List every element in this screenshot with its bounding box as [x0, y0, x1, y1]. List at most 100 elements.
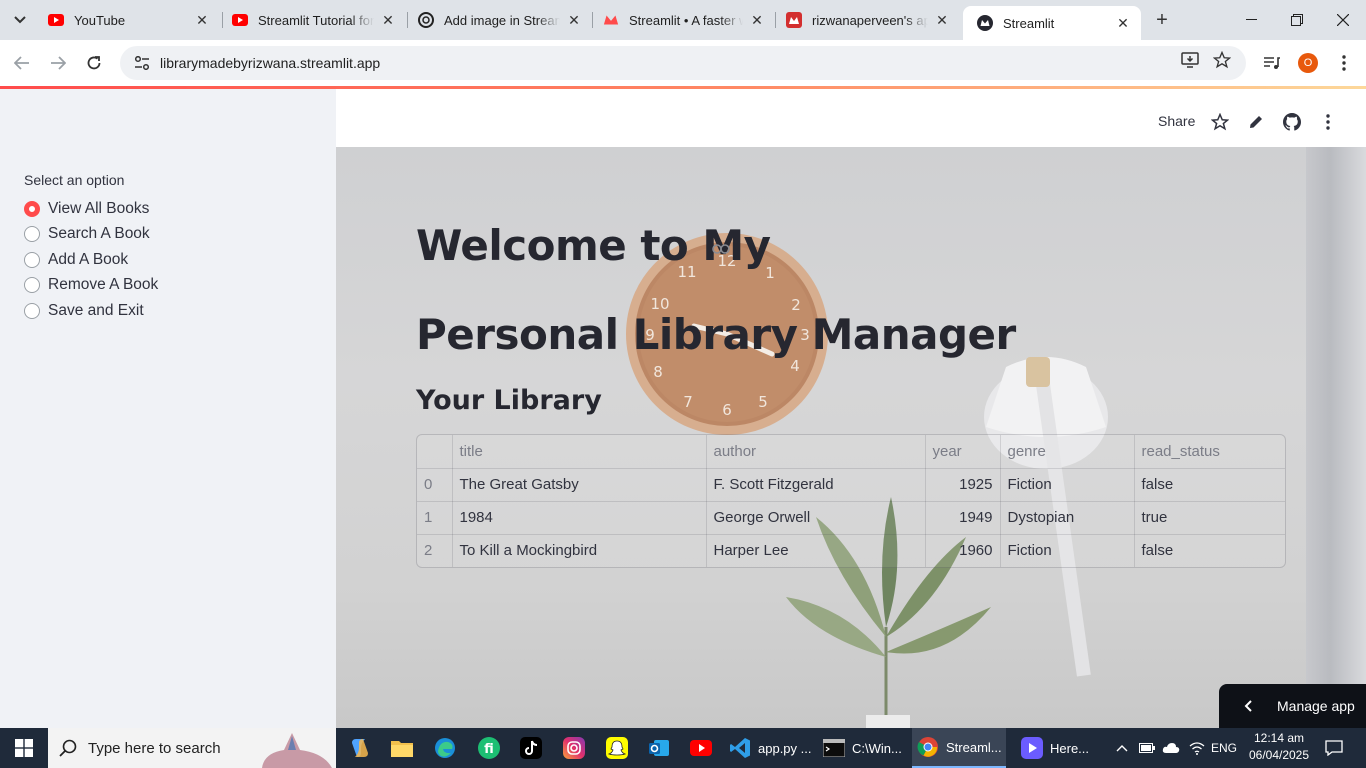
radio-option-view-all-books[interactable]: View All Books: [24, 196, 158, 222]
main-content: 12 1 2 345 678 9 10 11 Welcome to My Persona…: [336, 147, 1366, 728]
cell-title[interactable]: To Kill a Mockingbird: [452, 534, 707, 567]
copilot-icon[interactable]: [346, 734, 374, 762]
cell-index[interactable]: 0: [417, 468, 453, 502]
tab-title: rizwanaperveen's app: [812, 12, 928, 28]
close-tab-icon[interactable]: ✕: [566, 12, 582, 28]
file-explorer-icon[interactable]: [388, 734, 416, 762]
cell-index[interactable]: 1: [417, 501, 453, 535]
tab-streamlit-tutorial[interactable]: Streamlit Tutorial for B ✕: [218, 0, 406, 40]
language-indicator[interactable]: ENG: [1210, 728, 1238, 768]
tiktok-icon[interactable]: [517, 734, 545, 762]
share-button[interactable]: Share: [1158, 113, 1195, 129]
radio-option-remove-a-book[interactable]: Remove A Book: [24, 273, 158, 299]
minimize-icon[interactable]: [1228, 0, 1274, 40]
instagram-icon[interactable]: [560, 734, 588, 762]
column-header-genre[interactable]: genre: [1000, 435, 1135, 469]
app-menu-icon[interactable]: [1317, 111, 1339, 133]
close-tab-icon[interactable]: ✕: [934, 12, 950, 28]
taskbar-app-chrome[interactable]: Streaml...: [912, 728, 1006, 768]
profile-initial: O: [1298, 53, 1318, 73]
close-tab-icon[interactable]: ✕: [1115, 15, 1131, 31]
tab-streamlit-active[interactable]: Streamlit ✕: [963, 6, 1141, 40]
cell-year[interactable]: 1949: [925, 501, 1001, 535]
clock-date: 06/04/2025: [1248, 748, 1310, 762]
cell-year[interactable]: 1960: [925, 534, 1001, 567]
tab-title: Streamlit Tutorial for B: [258, 12, 374, 28]
cell-author[interactable]: George Orwell: [706, 501, 926, 535]
bookmark-star-icon[interactable]: [1208, 46, 1236, 74]
cell-genre[interactable]: Fiction: [1000, 534, 1135, 567]
fiverr-icon[interactable]: fi: [475, 734, 503, 762]
close-tab-icon[interactable]: ✕: [194, 12, 210, 28]
youtube-app-icon[interactable]: [687, 734, 715, 762]
cell-read-status[interactable]: false: [1134, 468, 1285, 502]
streamlit-crown-icon: [977, 15, 993, 31]
onedrive-cloud-icon[interactable]: [1160, 728, 1182, 768]
install-app-icon[interactable]: [1176, 46, 1204, 74]
cell-author[interactable]: Harper Lee: [706, 534, 926, 567]
restore-icon[interactable]: [1274, 0, 1320, 40]
taskbar-app-vscode[interactable]: app.py ...: [724, 728, 816, 768]
tab-title: Streamlit • A faster way: [629, 12, 743, 28]
cell-title[interactable]: 1984: [452, 501, 707, 535]
site-settings-icon[interactable]: [124, 56, 160, 70]
profile-avatar[interactable]: O: [1294, 49, 1322, 77]
windows-start-icon[interactable]: [0, 728, 48, 768]
column-header-year[interactable]: year: [925, 435, 1001, 469]
reload-icon[interactable]: [80, 49, 108, 77]
cell-title[interactable]: The Great Gatsby: [452, 468, 707, 502]
manage-app-button[interactable]: Manage app: [1219, 684, 1366, 728]
tab-search-chevron-icon[interactable]: [6, 6, 34, 34]
cell-genre[interactable]: Dystopian: [1000, 501, 1135, 535]
media-control-icon[interactable]: [1258, 49, 1286, 77]
taskbar-clock[interactable]: 12:14 am 06/04/2025: [1248, 730, 1310, 764]
taskbar-app-terminal[interactable]: C:\Win...: [818, 728, 910, 768]
tab-youtube[interactable]: YouTube ✕: [34, 0, 220, 40]
url-text: librarymadebyrizwana.streamlit.app: [160, 55, 381, 71]
close-window-icon[interactable]: [1320, 0, 1366, 40]
outlook-icon[interactable]: [645, 734, 673, 762]
github-icon[interactable]: [1281, 111, 1303, 133]
link-anchor-icon[interactable]: [712, 241, 730, 259]
address-bar[interactable]: librarymadebyrizwana.streamlit.app: [120, 46, 1246, 80]
radio-option-save-and-exit[interactable]: Save and Exit: [24, 298, 158, 324]
tab-rizwana-app[interactable]: rizwanaperveen's app ✕: [772, 0, 960, 40]
snapchat-icon[interactable]: [603, 734, 631, 762]
notification-icon[interactable]: [1320, 728, 1348, 768]
close-tab-icon[interactable]: ✕: [749, 12, 765, 28]
taskbar-search-box[interactable]: Type here to search: [48, 728, 336, 768]
taskbar-app-video[interactable]: Here...: [1016, 728, 1108, 768]
tab-strip: YouTube ✕ Streamlit Tutorial for B ✕ Add…: [0, 0, 1366, 40]
column-header-read-status[interactable]: read_status: [1134, 435, 1285, 469]
column-header-index[interactable]: [417, 435, 453, 469]
svg-text:7: 7: [683, 393, 693, 411]
cell-read-status[interactable]: false: [1134, 534, 1285, 567]
edge-icon[interactable]: [431, 734, 459, 762]
radio-option-add-a-book[interactable]: Add A Book: [24, 247, 158, 273]
taskbar-app-label: Streaml...: [946, 739, 1002, 755]
edit-pencil-icon[interactable]: [1245, 111, 1267, 133]
manage-app-label: Manage app: [1277, 698, 1355, 714]
chevron-up-icon[interactable]: [1112, 728, 1132, 768]
new-tab-button[interactable]: +: [1150, 8, 1174, 32]
cell-read-status[interactable]: true: [1134, 501, 1285, 535]
radio-option-search-a-book[interactable]: Search A Book: [24, 222, 158, 248]
wifi-icon[interactable]: [1186, 728, 1208, 768]
cell-genre[interactable]: Fiction: [1000, 468, 1135, 502]
back-arrow-icon[interactable]: [8, 49, 36, 77]
tab-streamlit-faster[interactable]: Streamlit • A faster way ✕: [589, 0, 775, 40]
cell-index[interactable]: 2: [417, 534, 453, 567]
star-icon[interactable]: [1209, 111, 1231, 133]
tab-add-image[interactable]: Add image in Streamlit ✕: [404, 0, 592, 40]
cell-year[interactable]: 1925: [925, 468, 1001, 502]
table-row: 2 To Kill a Mockingbird Harper Lee 1960 …: [417, 534, 1285, 567]
battery-icon[interactable]: [1136, 728, 1158, 768]
browser-menu-icon[interactable]: [1330, 49, 1358, 77]
column-header-title[interactable]: title: [452, 435, 707, 469]
column-header-author[interactable]: author: [706, 435, 926, 469]
cell-author[interactable]: F. Scott Fitzgerald: [706, 468, 926, 502]
close-tab-icon[interactable]: ✕: [380, 12, 396, 28]
forward-arrow-icon[interactable]: [44, 49, 72, 77]
library-dataframe[interactable]: title author year genre read_status 0 Th…: [416, 434, 1286, 568]
radio-selected-icon: [24, 200, 40, 217]
